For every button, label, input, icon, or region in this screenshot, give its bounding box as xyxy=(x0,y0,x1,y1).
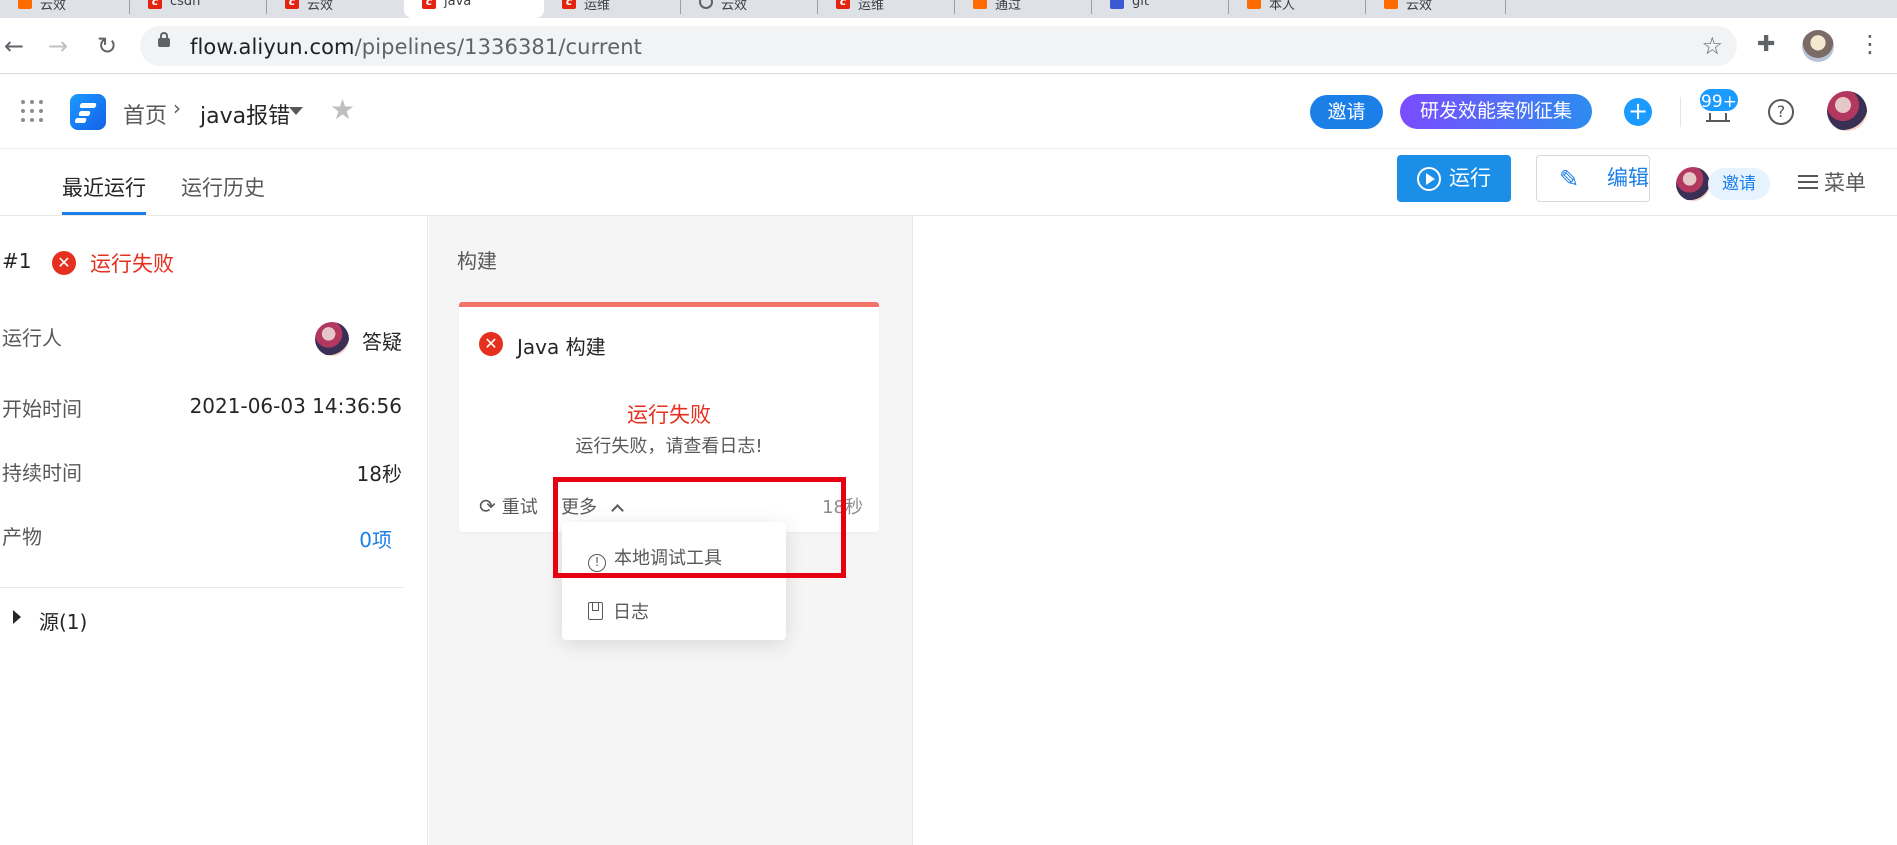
browser-tab[interactable]: 云效 xyxy=(681,0,818,18)
browser-tab[interactable]: 本人 xyxy=(1229,0,1366,18)
github-favicon-icon xyxy=(699,0,713,9)
stage-title: 构建 xyxy=(457,249,497,273)
tab-run-history[interactable]: 运行历史 xyxy=(181,172,265,202)
browser-tab[interactable]: c 运维 xyxy=(818,0,955,18)
csdn-favicon-icon: c xyxy=(422,0,436,9)
flow-logo-icon[interactable] xyxy=(70,94,106,130)
edit-button[interactable]: ✎ 编辑 xyxy=(1536,155,1650,202)
back-arrow-icon[interactable]: ← xyxy=(0,32,28,60)
browser-tab[interactable]: 云效 xyxy=(1366,0,1506,18)
browser-tab-active[interactable]: c java xyxy=(404,0,544,18)
job-duration: 18秒 xyxy=(822,497,863,518)
bookmark-star-icon[interactable]: ☆ xyxy=(1701,32,1723,60)
pencil-icon: ✎ xyxy=(1559,165,1580,193)
aliyun-favicon-icon xyxy=(1384,0,1398,9)
breadcrumb-home[interactable]: 首页 xyxy=(123,98,167,130)
tab-recent-run[interactable]: 最近运行 xyxy=(62,172,146,202)
aliyun-favicon-icon xyxy=(973,0,987,9)
job-message: 运行失败，请查看日志! xyxy=(575,436,763,457)
menu-item-local-debug[interactable]: ! 本地调试工具 xyxy=(588,544,722,572)
duration-value: 18秒 xyxy=(356,462,402,486)
job-status: 运行失败 xyxy=(627,403,711,427)
exclamation-icon: ! xyxy=(588,554,606,572)
address-bar[interactable]: flow.aliyun.com/pipelines/1336381/curren… xyxy=(140,26,1737,66)
runner-avatar xyxy=(315,322,349,356)
run-number: #1 xyxy=(2,249,32,273)
breadcrumb-chevron-icon: › xyxy=(173,96,181,120)
pipeline-subnav: 最近运行 运行历史 运行 ✎ 编辑 邀请 菜单 xyxy=(0,150,1897,216)
active-tab-indicator xyxy=(62,212,146,215)
csdn-favicon-icon: c xyxy=(285,0,299,9)
runner-label: 运行人 xyxy=(2,326,62,350)
forward-arrow-icon[interactable]: → xyxy=(44,32,72,60)
browser-tab[interactable]: 通过 xyxy=(955,0,1092,18)
app-header: 首页 › java报错 ★ 邀请 研发效能案例征集 + 99+ ? xyxy=(0,75,1897,149)
csdn-favicon-icon: c xyxy=(148,0,162,9)
hamburger-icon xyxy=(1798,175,1818,189)
baidu-favicon-icon xyxy=(1110,0,1124,9)
artifacts-label: 产物 xyxy=(2,525,42,549)
run-button[interactable]: 运行 xyxy=(1397,155,1511,202)
retry-icon: ⟳ xyxy=(479,494,496,518)
aliyun-favicon-icon xyxy=(18,0,32,9)
log-book-icon xyxy=(588,602,603,620)
divider xyxy=(0,587,403,588)
breadcrumb-pipeline-name[interactable]: java报错 xyxy=(200,98,290,130)
csdn-favicon-icon: c xyxy=(562,0,576,9)
sources-toggle[interactable]: 源(1) xyxy=(39,606,87,635)
browser-tab[interactable]: 云效 xyxy=(0,0,130,18)
more-dropdown-menu: ! 本地调试工具 日志 xyxy=(562,522,786,640)
extensions-puzzle-icon[interactable]: ✚ xyxy=(1757,32,1775,57)
case-collection-button[interactable]: 研发效能案例征集 xyxy=(1400,94,1592,129)
app-grid-icon[interactable] xyxy=(21,100,43,122)
lock-icon xyxy=(158,32,170,47)
menu-item-log[interactable]: 日志 xyxy=(588,598,649,624)
caret-right-icon[interactable] xyxy=(13,610,21,624)
job-card[interactable]: ✕ Java 构建 运行失败 运行失败，请查看日志! ⟳ 重试 更多 18秒 xyxy=(459,302,879,532)
browser-tab[interactable]: c 运维 xyxy=(544,0,681,18)
help-question-icon[interactable]: ? xyxy=(1768,99,1794,125)
aliyun-favicon-icon xyxy=(1247,0,1261,9)
csdn-favicon-icon: c xyxy=(836,0,850,9)
job-name[interactable]: Java 构建 xyxy=(517,331,606,360)
duration-label: 持续时间 xyxy=(2,461,82,485)
retry-button[interactable]: ⟳ 重试 xyxy=(479,493,538,519)
browser-tab-strip: 云效 c csdn c 云效 c java c 运维 云效 c 运维 通过 gi… xyxy=(0,0,1897,18)
start-time-value: 2021-06-03 14:36:56 xyxy=(189,394,402,418)
menu-button[interactable]: 菜单 xyxy=(1798,167,1866,197)
user-avatar[interactable] xyxy=(1827,91,1867,131)
fail-x-icon: ✕ xyxy=(52,251,76,275)
run-info-panel: #1 ✕ 运行失败 运行人 答疑 开始时间 2021-06-03 14:36:5… xyxy=(0,216,428,845)
browser-tab[interactable]: git xyxy=(1092,0,1229,18)
runner-value: 答疑 xyxy=(362,330,402,354)
browser-menu-kebab-icon[interactable]: ⋮ xyxy=(1858,30,1882,58)
caret-down-icon[interactable] xyxy=(289,107,303,115)
reload-icon[interactable]: ↻ xyxy=(93,32,121,60)
browser-tab[interactable]: c csdn xyxy=(130,0,267,18)
run-status: 运行失败 xyxy=(90,252,174,276)
url-text: flow.aliyun.com/pipelines/1336381/curren… xyxy=(190,35,642,59)
add-plus-icon[interactable]: + xyxy=(1624,98,1652,126)
notification-badge: 99+ xyxy=(1698,87,1740,113)
invite-button[interactable]: 邀请 xyxy=(1310,95,1383,129)
member-avatar[interactable] xyxy=(1676,167,1710,201)
browser-tab[interactable]: c 云效 xyxy=(267,0,404,18)
play-circle-icon xyxy=(1417,167,1441,191)
more-button[interactable]: 更多 xyxy=(561,493,624,519)
browser-toolbar: ← → ↻ flow.aliyun.com/pipelines/1336381/… xyxy=(0,18,1897,74)
header-divider xyxy=(1680,97,1681,127)
chevron-up-icon xyxy=(611,504,624,517)
artifacts-link[interactable]: 0项 xyxy=(359,524,392,553)
fail-x-icon: ✕ xyxy=(479,332,503,356)
browser-profile-avatar[interactable] xyxy=(1802,30,1834,62)
member-invite-button[interactable]: 邀请 xyxy=(1708,168,1770,200)
start-time-label: 开始时间 xyxy=(2,397,82,421)
favorite-star-icon[interactable]: ★ xyxy=(330,93,355,126)
